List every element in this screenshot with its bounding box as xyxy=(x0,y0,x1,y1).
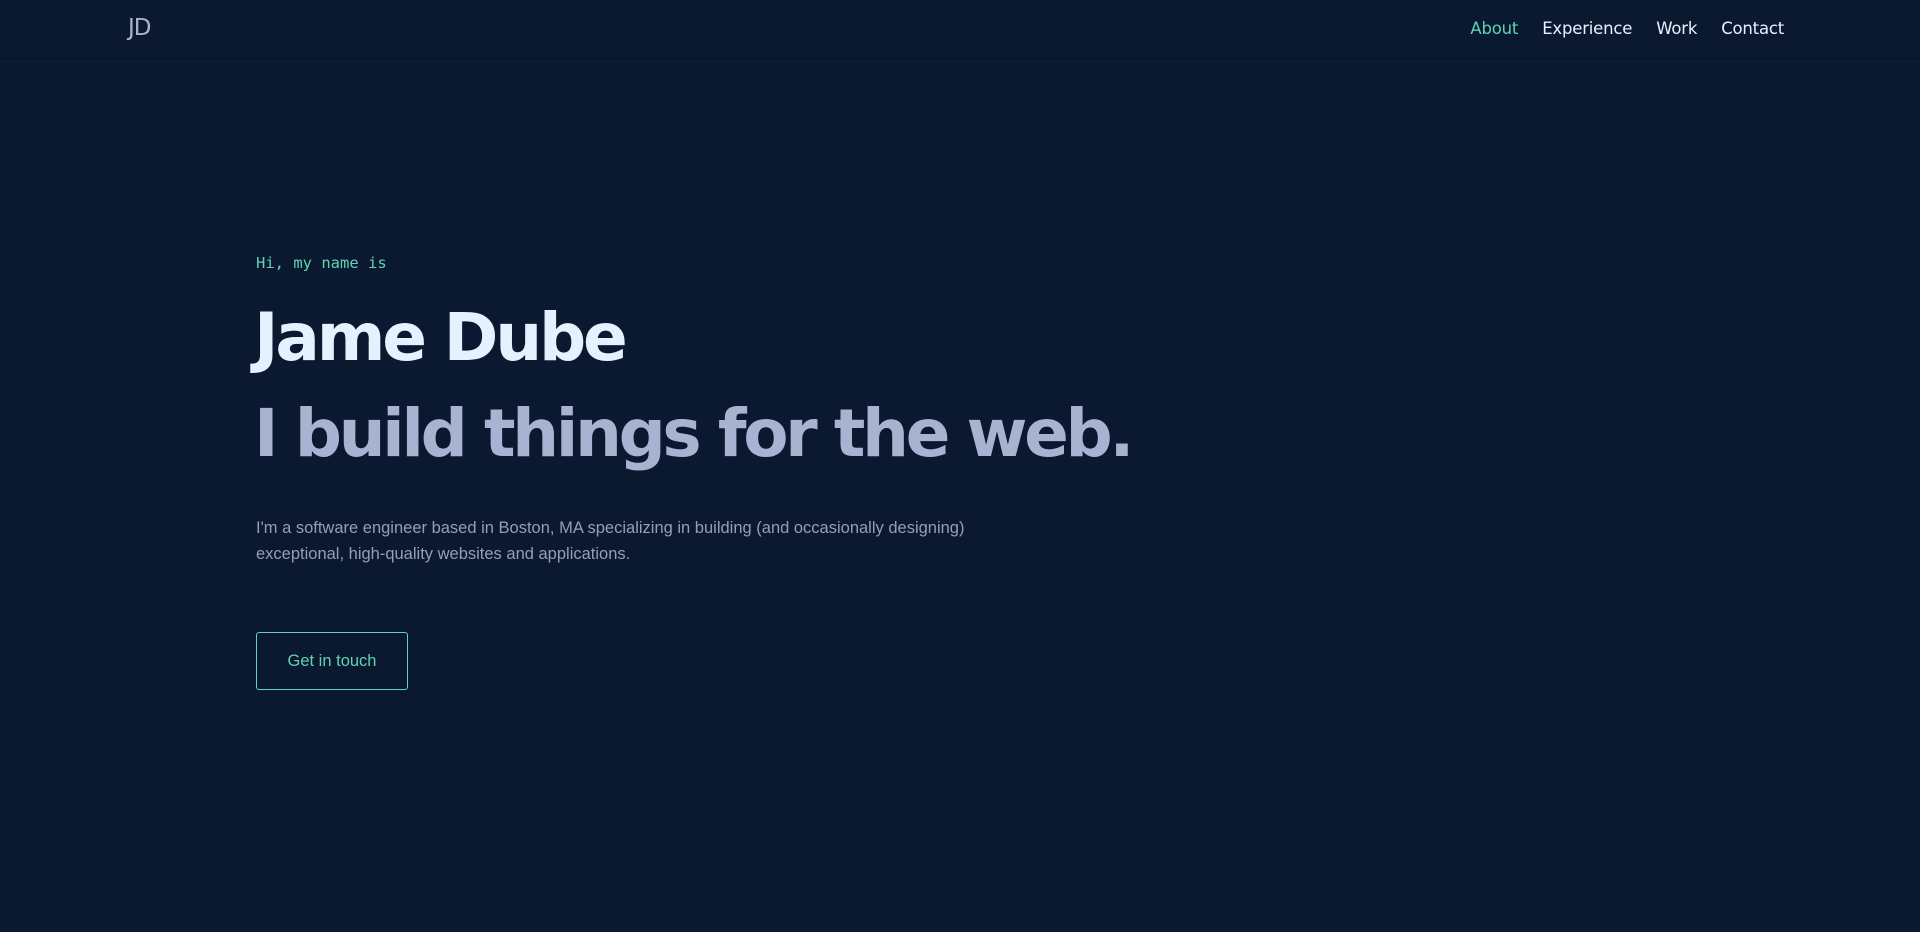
hero-greeting: Hi, my name is xyxy=(256,254,387,272)
nav-link-contact[interactable]: Contact xyxy=(1721,17,1784,41)
hero-tagline: I build things for the web. xyxy=(254,395,1134,472)
navbar: JD About Experience Work Contact xyxy=(0,0,1920,62)
nav-links: About Experience Work Contact xyxy=(1470,17,1784,41)
hero-name: Jame Dube xyxy=(254,299,628,376)
logo-link[interactable]: JD xyxy=(128,13,151,43)
hero-intro: I'm a software engineer based in Boston,… xyxy=(256,519,965,563)
nav-link-experience[interactable]: Experience xyxy=(1542,17,1632,41)
get-in-touch-button[interactable]: Get in touch xyxy=(256,632,408,690)
nav-link-work[interactable]: Work xyxy=(1656,17,1697,41)
nav-link-about[interactable]: About xyxy=(1470,17,1518,41)
hero-section: Hi, my name is Jame Dube I build things … xyxy=(254,252,1134,690)
